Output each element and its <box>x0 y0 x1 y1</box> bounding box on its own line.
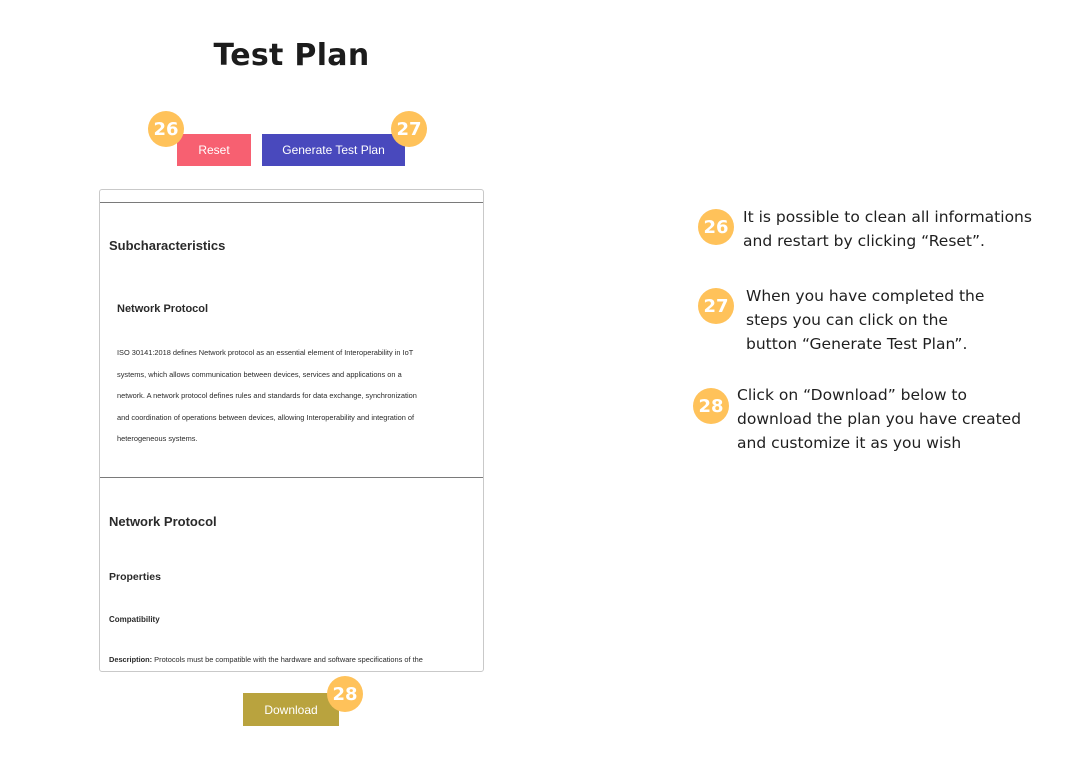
description-text: Protocols must be compatible with the ha… <box>152 655 423 664</box>
subcharacteristics-heading: Subcharacteristics <box>109 238 226 253</box>
divider <box>100 477 483 478</box>
step-badge-26: 26 <box>148 111 184 147</box>
note-line: button “Generate Test Plan”. <box>746 335 968 353</box>
note-generate: When you have completed the steps you ca… <box>746 284 984 356</box>
description-line: ISO 30141:2018 defines Network protocol … <box>117 348 414 357</box>
note-line: It is possible to clean all informations <box>743 208 1032 226</box>
step-badge-28: 28 <box>327 676 363 712</box>
description-line: systems, which allows communication betw… <box>117 369 402 379</box>
description-line: network. A network protocol defines rule… <box>117 391 417 400</box>
network-protocol-description: ISO 30141:2018 defines Network protocol … <box>117 342 475 450</box>
download-button[interactable]: Download <box>243 693 339 726</box>
note-badge-26: 26 <box>698 209 734 245</box>
test-plan-panel[interactable]: Subcharacteristics Network Protocol ISO … <box>99 189 484 672</box>
description-line: heterogeneous systems. <box>117 434 198 443</box>
note-line: and customize it as you wish <box>737 434 962 452</box>
note-reset: It is possible to clean all informations… <box>743 205 1032 253</box>
properties-heading: Properties <box>109 571 161 583</box>
note-line: When you have completed the <box>746 287 985 305</box>
divider <box>100 202 483 203</box>
network-protocol-subheading: Network Protocol <box>117 303 209 315</box>
note-line: Click on “Download” below to <box>737 386 967 404</box>
note-line: steps you can click on the <box>746 311 948 329</box>
generate-test-plan-button[interactable]: Generate Test Plan <box>262 134 405 166</box>
page-title: Test Plan <box>213 38 370 73</box>
note-badge-27: 27 <box>698 288 734 324</box>
step-badge-27: 27 <box>391 111 427 147</box>
reset-button[interactable]: Reset <box>177 134 251 166</box>
compatibility-description: Description: Protocols must be compatibl… <box>109 655 423 664</box>
compatibility-heading: Compatibility <box>109 615 160 624</box>
note-line: and restart by clicking “Reset”. <box>743 232 985 250</box>
note-line: download the plan you have created <box>737 410 1022 428</box>
note-download: Click on “Download” below to download th… <box>737 383 1021 455</box>
note-badge-28: 28 <box>693 388 729 424</box>
description-line: and coordination of operations between d… <box>117 412 415 422</box>
network-protocol-heading: Network Protocol <box>109 514 217 529</box>
description-label: Description: <box>109 655 153 664</box>
